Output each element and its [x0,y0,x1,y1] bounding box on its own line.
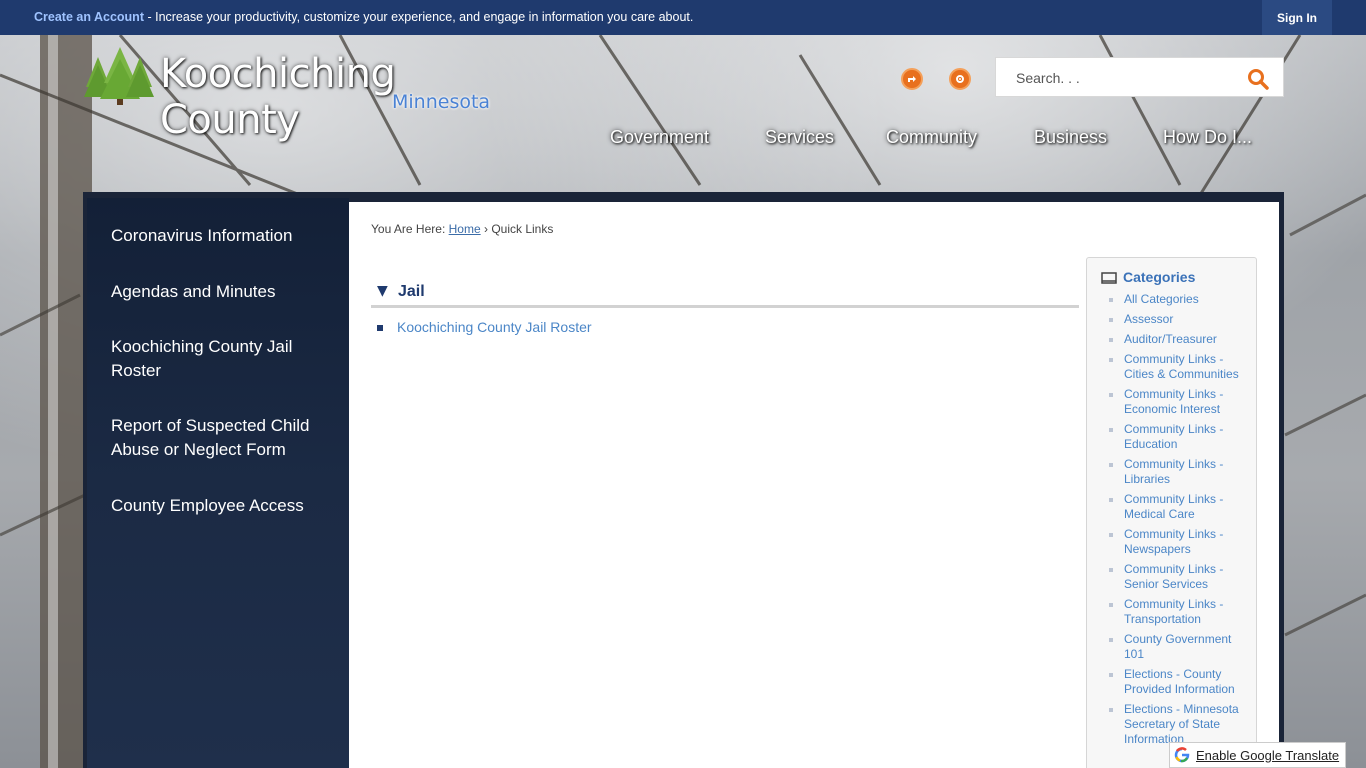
site-logo[interactable]: Koochiching County Minnesota [84,47,534,143]
category-item[interactable]: Community Links - Cities & Communities [1087,352,1258,382]
category-item[interactable]: All Categories [1087,292,1258,307]
account-message-text: - Increase your productivity, customize … [143,10,694,24]
account-banner: Create an Account - Increase your produc… [0,0,1366,35]
collapse-triangle-icon[interactable]: ▼ [377,283,388,299]
sign-in-button[interactable]: Sign In [1262,0,1332,35]
list-bullet [377,325,383,331]
nav-government[interactable]: Government [610,127,709,148]
account-message: Create an Account - Increase your produc… [34,10,693,24]
category-item[interactable]: Community Links - Education [1087,422,1258,452]
state-name: Minnesota [392,91,491,113]
category-item[interactable]: Assessor [1087,312,1258,327]
category-item[interactable]: Community Links - Libraries [1087,457,1258,487]
quick-link-jail-roster[interactable]: Koochiching County Jail Roster [397,319,592,335]
category-item[interactable]: Auditor/Treasurer [1087,332,1258,347]
categories-panel: Categories All Categories Assessor Audit… [1086,257,1257,768]
book-icon [1101,272,1117,284]
search-icon[interactable] [1246,67,1270,91]
google-translate-button[interactable]: Enable Google Translate [1169,742,1346,768]
nav-services[interactable]: Services [765,127,834,148]
section-title: Jail [398,283,425,300]
breadcrumb-prefix: You Are Here: [371,222,446,236]
breadcrumb-home-link[interactable]: Home [449,222,481,236]
category-item[interactable]: Community Links - Medical Care [1087,492,1258,522]
sidebar-item-coronavirus[interactable]: Coronavirus Information [111,224,331,248]
pine-trees-icon [84,47,154,105]
category-item[interactable]: Community Links - Economic Interest [1087,387,1258,417]
main-navigation: Government Services Community Business H… [0,127,1366,151]
site-search [995,57,1284,97]
translate-label: Enable Google Translate [1196,747,1340,763]
breadcrumb-separator: › [483,222,488,236]
category-item[interactable]: County Government 101 [1087,632,1258,662]
sidebar-item-agendas[interactable]: Agendas and Minutes [111,280,331,304]
categories-list: All Categories Assessor Auditor/Treasure… [1087,292,1258,752]
category-item[interactable]: Community Links - Transportation [1087,597,1258,627]
category-item[interactable]: Community Links - Newspapers [1087,527,1258,557]
category-item[interactable]: Community Links - Senior Services [1087,562,1258,592]
main-content: You Are Here: Home › Quick Links ▼ Jail … [349,202,1279,768]
sidebar: Coronavirus Information Agendas and Minu… [87,198,349,768]
category-item[interactable]: Elections - County Provided Information [1087,667,1258,697]
nav-business[interactable]: Business [1034,127,1107,148]
search-input[interactable] [1016,67,1236,89]
section-header-jail[interactable]: ▼ Jail [371,282,1079,308]
sidebar-item-employee-access[interactable]: County Employee Access [111,494,331,518]
breadcrumb: You Are Here: Home › Quick Links [371,222,553,236]
breadcrumb-current: Quick Links [491,222,554,236]
create-account-link[interactable]: Create an Account [34,10,144,24]
share-icon[interactable] [901,68,923,90]
nav-how-do-i[interactable]: How Do I... [1163,127,1252,148]
sidebar-item-child-abuse-report[interactable]: Report of Suspected Child Abuse or Negle… [111,414,331,462]
gear-icon[interactable] [949,68,971,90]
google-translate-icon [1174,747,1190,763]
sidebar-item-jail-roster[interactable]: Koochiching County Jail Roster [111,335,331,383]
categories-heading: Categories [1123,269,1196,285]
category-item[interactable]: Elections - Minnesota Secretary of State… [1087,702,1258,747]
nav-community[interactable]: Community [886,127,977,148]
